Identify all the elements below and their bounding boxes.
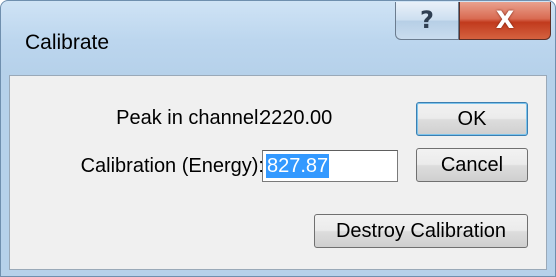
help-icon: ? [420,6,434,34]
cancel-button[interactable]: Cancel [416,148,528,182]
title-bar[interactable]: Calibrate ? X [1,1,555,75]
calibrate-dialog: Calibrate ? X Peak in channel: 2220.00 C… [0,0,556,277]
calibration-energy-label: Calibration (Energy): [80,155,264,177]
peak-channel-value: 2220.00 [260,107,333,129]
close-button[interactable]: X [459,2,551,40]
calibration-energy-input[interactable] [262,150,398,182]
close-icon: X [495,6,515,34]
caption-buttons: ? X [395,2,551,42]
dialog-content: Peak in channel: 2220.00 Calibration (En… [9,75,547,270]
window-title: Calibrate [25,31,110,54]
ok-button[interactable]: OK [416,102,528,136]
peak-channel-label: Peak in channel: [116,107,264,129]
destroy-calibration-button[interactable]: Destroy Calibration [314,214,528,248]
help-button[interactable]: ? [395,2,459,40]
